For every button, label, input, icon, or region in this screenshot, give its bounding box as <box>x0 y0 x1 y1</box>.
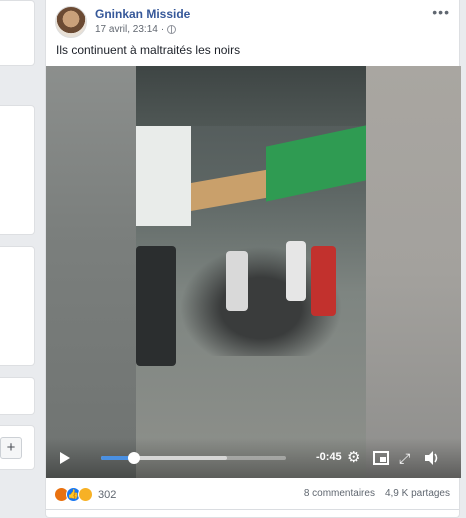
post-caption: Ils continuent à maltraités les noirs <box>56 43 241 57</box>
video-roof <box>136 66 366 126</box>
video-controls: -0:45 ⚙ ⤢ <box>46 438 461 478</box>
video-blur-right <box>366 66 461 478</box>
post-timestamp[interactable]: 17 avril, 23:14 <box>95 24 158 35</box>
settings-gear-icon[interactable]: ⚙ <box>347 449 360 467</box>
left-card-middle <box>0 105 35 235</box>
play-icon[interactable] <box>60 452 70 464</box>
more-options-icon[interactable]: ••• <box>432 4 450 20</box>
sad-icon <box>78 487 93 502</box>
picture-in-picture-icon[interactable] <box>373 451 389 465</box>
video-sky <box>136 126 191 226</box>
post-card: Gninkan Misside 17 avril, 23:14 · ••• Il… <box>45 0 461 518</box>
meta-separator: · <box>160 24 165 35</box>
reaction-count: 302 <box>98 488 117 501</box>
video-sign-yellow <box>191 168 271 212</box>
video-player[interactable]: -0:45 ⚙ ⤢ <box>46 66 461 478</box>
fullscreen-icon[interactable]: ⤢ <box>399 449 410 467</box>
add-button[interactable]: + <box>0 437 22 459</box>
post-footer: 👍 302 8 commentaires 4,9 K partages <box>46 478 459 510</box>
video-blur-left <box>46 66 136 478</box>
reactions-summary[interactable]: 👍 302 <box>54 487 116 502</box>
volume-icon[interactable] <box>424 450 440 466</box>
video-sign-green <box>266 125 366 202</box>
video-figure-light <box>226 251 248 311</box>
left-card-small <box>0 377 35 415</box>
post-meta: 17 avril, 23:14 · <box>95 24 177 35</box>
scrubber-handle[interactable] <box>128 452 141 464</box>
left-card-lower <box>0 246 35 366</box>
left-card-top <box>0 0 35 66</box>
time-remaining: -0:45 <box>316 451 342 463</box>
shares-link[interactable]: 4,9 K partages <box>385 488 450 499</box>
video-figure-dark <box>136 246 176 366</box>
globe-icon[interactable] <box>167 25 177 34</box>
video-figure-red <box>311 246 336 316</box>
video-frame <box>136 66 366 478</box>
progress-bar[interactable] <box>101 452 286 464</box>
author-name[interactable]: Gninkan Misside <box>95 7 190 21</box>
avatar[interactable] <box>55 6 87 38</box>
video-figure-white <box>286 241 306 301</box>
left-card-bottom: + <box>0 425 35 470</box>
comments-link[interactable]: 8 commentaires <box>304 488 375 499</box>
post-stats: 8 commentaires 4,9 K partages <box>304 488 450 499</box>
